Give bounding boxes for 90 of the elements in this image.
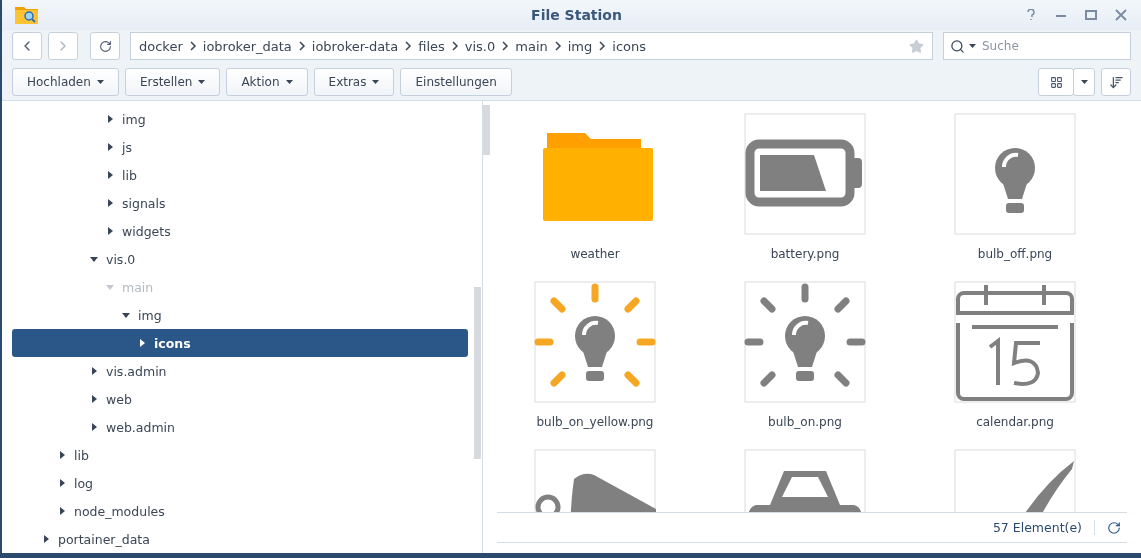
collapsed-caret-icon[interactable] (106, 171, 114, 179)
path-segment[interactable]: iobroker-data (311, 38, 399, 54)
collapsed-caret-icon[interactable] (106, 227, 114, 235)
file-name: calendar.png (976, 415, 1054, 429)
battery-thumbnail[interactable] (744, 113, 866, 235)
collapsed-caret-icon[interactable] (90, 395, 98, 403)
glowing-bulb-thumbnail[interactable] (534, 281, 656, 403)
collapsed-caret-icon[interactable] (106, 143, 114, 151)
collapsed-caret-icon[interactable] (58, 479, 66, 487)
help-icon (1026, 9, 1036, 21)
close-icon (1115, 9, 1127, 21)
chevron-icon (188, 41, 197, 51)
folder-tree-item[interactable]: node_modules (12, 497, 468, 525)
glowing-bulb-thumbnail[interactable] (744, 281, 866, 403)
file-name: weather (570, 247, 620, 261)
maximize-button[interactable] (1083, 7, 1099, 23)
path-segment[interactable]: docker (139, 38, 183, 54)
collapsed-caret-icon[interactable] (58, 507, 66, 515)
expanded-caret-icon[interactable] (122, 311, 130, 319)
collapsed-caret-icon[interactable] (90, 367, 98, 375)
refresh-button[interactable] (1107, 520, 1121, 535)
path-segment[interactable]: main (515, 38, 548, 54)
caret-icon (372, 80, 380, 84)
sort-button[interactable] (1101, 68, 1131, 96)
path-bar[interactable]: docker iobroker_data iobroker-data files vis.0 main img icons (130, 32, 933, 60)
caret-icon (285, 80, 293, 84)
chevron-icon (501, 41, 510, 51)
star-icon[interactable] (909, 38, 924, 54)
path-segment[interactable]: img (567, 38, 593, 54)
folder-tree-item[interactable]: vis.0 (12, 245, 468, 273)
collapsed-caret-icon[interactable] (42, 535, 50, 543)
back-button[interactable] (12, 32, 42, 60)
scrollbar-thumb[interactable] (474, 287, 481, 459)
chevron-icon (404, 41, 413, 51)
toolbar-button[interactable]: Einstellungen (400, 68, 512, 96)
collapsed-caret-icon[interactable] (138, 339, 146, 347)
search-box[interactable]: Suche (943, 32, 1131, 60)
file-name: bulb_on_yellow.png (536, 415, 654, 429)
path-segment[interactable]: iobroker_data (202, 38, 292, 54)
folder-tree-item[interactable]: img (12, 301, 468, 329)
toolbar-button[interactable]: Aktion (226, 68, 308, 96)
folder-tree-item[interactable]: img (12, 105, 468, 133)
folder-tree-item[interactable]: lib (12, 161, 468, 189)
folder-tree-item[interactable]: web (12, 385, 468, 413)
folder-tree-item[interactable]: signals (12, 189, 468, 217)
file-name: bulb_on.png (768, 415, 842, 429)
maximize-icon (1085, 9, 1097, 21)
refresh-icon (1107, 520, 1121, 535)
caret-icon[interactable] (969, 44, 976, 48)
folder-tree-item[interactable]: vis.admin (12, 357, 468, 385)
folder-tree-item[interactable]: js (12, 133, 468, 161)
caret-icon (198, 80, 206, 84)
collapsed-caret-icon[interactable] (58, 451, 66, 459)
toolbar-button[interactable]: Hochladen (12, 68, 119, 96)
file-name: bulb_off.png (977, 247, 1053, 261)
path-segment[interactable]: vis.0 (464, 38, 496, 54)
item-count: 57 Element(e) (992, 520, 1095, 535)
toolbar-button[interactable]: Erstellen (124, 68, 221, 96)
path-segment[interactable]: files (418, 38, 445, 54)
collapsed-caret-icon[interactable] (90, 423, 98, 431)
window-title: File Station (530, 7, 623, 23)
search-icon[interactable] (950, 38, 965, 54)
folder-tree-item[interactable]: log (12, 469, 468, 497)
chevron-icon (598, 41, 607, 51)
collapsed-caret-icon[interactable] (106, 199, 114, 207)
scrollbar-thumb[interactable] (483, 105, 490, 155)
chevron-icon (450, 41, 459, 51)
expanded-caret-icon[interactable] (90, 255, 98, 263)
light-bulb-thumbnail[interactable] (954, 113, 1076, 235)
file-name: battery.png (770, 247, 840, 261)
grid-view-button[interactable] (1038, 68, 1074, 96)
view-menu-button[interactable] (1073, 68, 1095, 96)
chevron-icon (553, 41, 562, 51)
folder-tree-item[interactable]: web.admin (12, 413, 468, 441)
path-segment[interactable]: icons (612, 38, 646, 54)
refresh-icon (98, 39, 112, 53)
folder-tree-item[interactable]: widgets (12, 217, 468, 245)
folder-tree-item[interactable]: lib (12, 441, 468, 469)
close-button[interactable] (1113, 7, 1129, 23)
chevron-icon (297, 41, 306, 51)
grid-icon (1049, 75, 1063, 89)
sort-icon (1108, 74, 1124, 90)
collapsed-caret-icon[interactable] (106, 115, 114, 123)
folder-tree-item[interactable]: portainer_data (12, 525, 468, 553)
toolbar-button[interactable]: Extras (313, 68, 395, 96)
caret-icon (1080, 80, 1088, 84)
caret-icon (96, 80, 104, 84)
folder-tree-item[interactable]: icons (12, 329, 468, 357)
folder-search-icon (14, 5, 40, 25)
calendar-thumbnail[interactable] (954, 281, 1076, 403)
